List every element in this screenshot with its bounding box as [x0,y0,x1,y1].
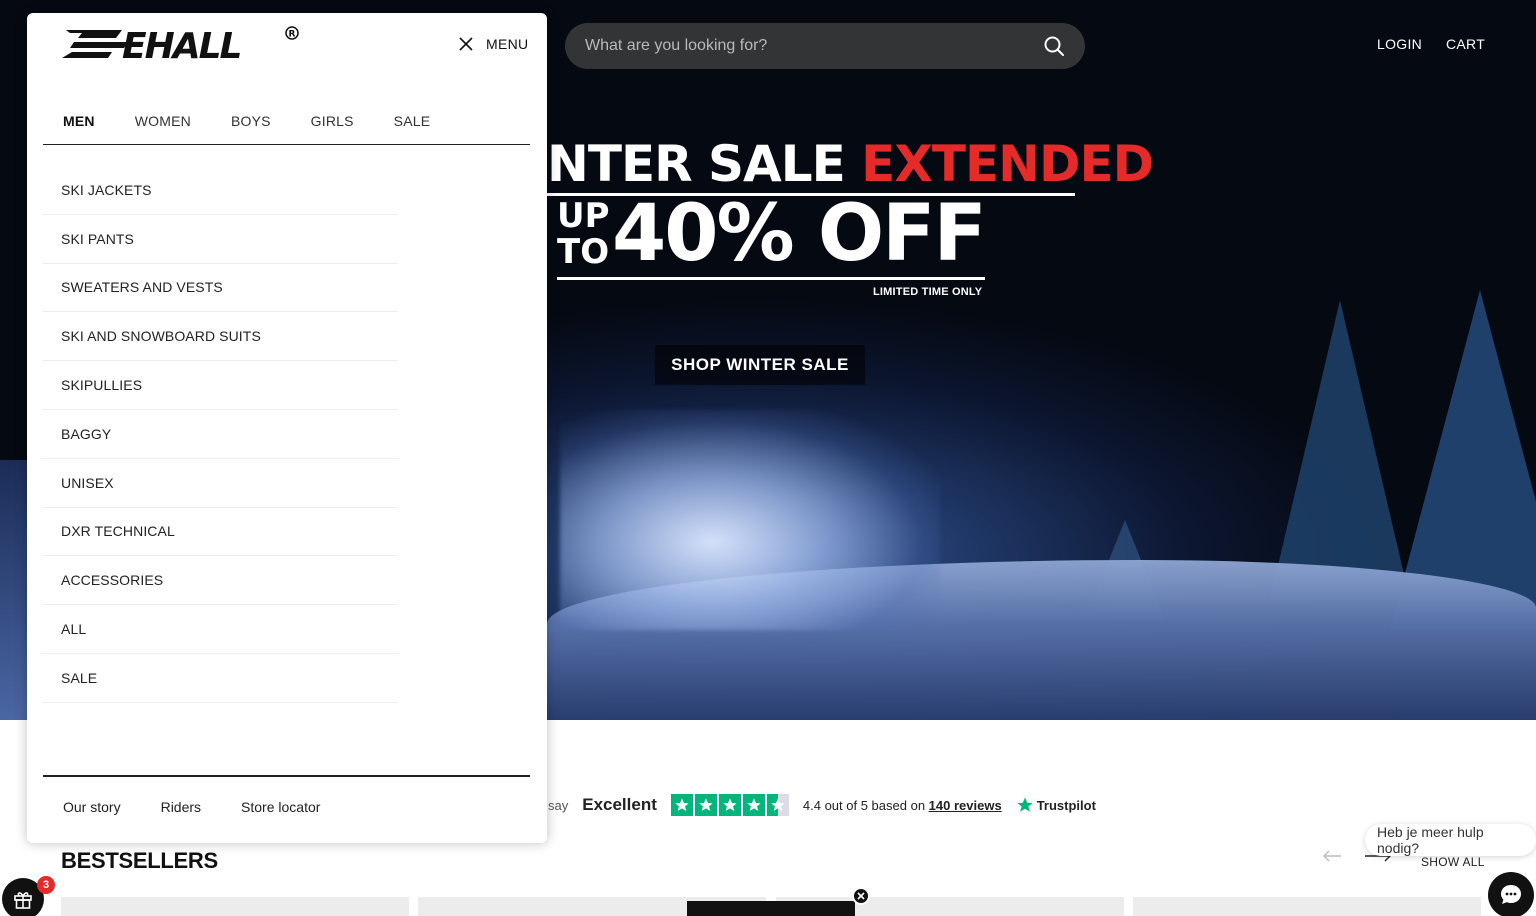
tab-girls[interactable]: GIRLS [291,109,374,144]
close-menu-button[interactable]: MENU [458,36,528,52]
tab-men[interactable]: MEN [43,109,115,144]
hero-up-to: UP TO [557,198,610,270]
category-unisex[interactable]: UNISEX [43,459,397,508]
drawer-footer-divider [43,775,530,777]
product-card[interactable] [1133,897,1481,916]
tab-women[interactable]: WOMEN [115,109,211,144]
star-icon [742,794,765,816]
star-icon [718,794,741,816]
menu-label: MENU [486,36,529,52]
trustpilot-score-text: 4.4 out of 5 based on [802,797,926,813]
close-icon [857,892,865,900]
rewards-count-badge: 3 [37,876,55,894]
trustpilot-brand[interactable]: Trustpilot [1016,796,1096,814]
hero-up: UP [557,196,610,236]
category-sale[interactable]: SALE [43,654,397,703]
star-icon [694,794,717,816]
rehall-logo[interactable]: EHALL R [62,24,307,67]
store-locator-link[interactable]: Store locator [241,799,320,815]
hero-left-edge [0,460,30,720]
bestsellers-title: BESTSELLERS [61,848,218,873]
hero-headline-red: EXTENDED [861,135,1154,193]
category-all[interactable]: ALL [43,605,397,654]
menu-drawer: EHALL R MENU MEN WOMEN BOYS GIRLS SALE S… [27,13,547,843]
shop-winter-sale-button[interactable]: SHOP WINTER SALE [655,345,865,385]
hero-headline: NTER SALE EXTENDED [547,134,1153,194]
chat-button[interactable] [1488,872,1534,916]
category-skipullies[interactable]: SKIPULLIES [43,361,397,410]
hero-divider [557,277,985,280]
trustpilot-reviews-link[interactable]: 140 reviews [929,798,1002,813]
login-link[interactable]: LOGIN [1377,36,1422,52]
gender-tabs: MEN WOMEN BOYS GIRLS SALE [43,109,530,145]
trustpilot-rating-word: Excellent [582,795,657,814]
hero-to: TO [557,232,610,272]
hero-discount: 40% OFF [612,189,987,279]
category-ski-and-snowboard-suits[interactable]: SKI AND SNOWBOARD SUITS [43,312,397,362]
trustpilot-brand-label: Trustpilot [1036,797,1096,813]
tab-sale[interactable]: SALE [374,109,451,144]
category-sweaters-and-vests[interactable]: SWEATERS AND VESTS [43,264,397,313]
category-baggy[interactable]: BAGGY [43,410,397,459]
search-input[interactable] [585,37,1043,55]
category-ski-pants[interactable]: SKI PANTS [43,215,397,264]
category-accessories[interactable]: ACCESSORIES [43,556,397,606]
show-all-link[interactable]: SHOW ALL [1421,855,1485,869]
gift-icon [14,892,32,909]
svg-text:EHALL: EHALL [122,26,241,64]
promo-popup[interactable] [687,901,855,916]
trustpilot-score: 4.4 out of 5 based on 140 reviews [803,798,1002,813]
hero-headline-white: NTER SALE [547,135,846,193]
our-story-link[interactable]: Our story [63,799,121,815]
half-star-icon [766,794,789,816]
close-icon[interactable] [458,36,474,52]
trustpilot-star-icon [1017,797,1033,812]
riders-link[interactable]: Riders [161,799,201,815]
search-bar[interactable] [565,23,1085,69]
tab-boys[interactable]: BOYS [211,109,291,144]
product-card[interactable] [61,897,409,916]
chat-icon [1501,885,1521,904]
svg-text:R: R [289,30,296,40]
category-dxr-technical[interactable]: DXR TECHNICAL [43,508,397,557]
popup-close-button[interactable] [852,887,870,905]
help-bubble[interactable]: Heb je meer hulp nodig? [1365,824,1536,856]
category-list: SKI JACKETS SKI PANTS SWEATERS AND VESTS… [43,166,397,703]
search-icon[interactable] [1043,35,1065,57]
star-icon [670,794,693,816]
trustpilot-say: say [548,797,569,813]
trustpilot-widget[interactable]: say Excellent 4.4 out of 5 based on 140 … [548,792,1096,818]
drawer-footer-links: Our story Riders Store locator [63,799,320,815]
trustpilot-stars [670,794,789,816]
cart-link[interactable]: CART [1446,36,1485,52]
snowy-tree [1270,300,1410,600]
hero-limited: LIMITED TIME ONLY [873,286,983,298]
snow-spray [560,410,940,630]
arrow-left-icon[interactable] [1322,850,1342,862]
category-ski-jackets[interactable]: SKI JACKETS [43,166,397,215]
